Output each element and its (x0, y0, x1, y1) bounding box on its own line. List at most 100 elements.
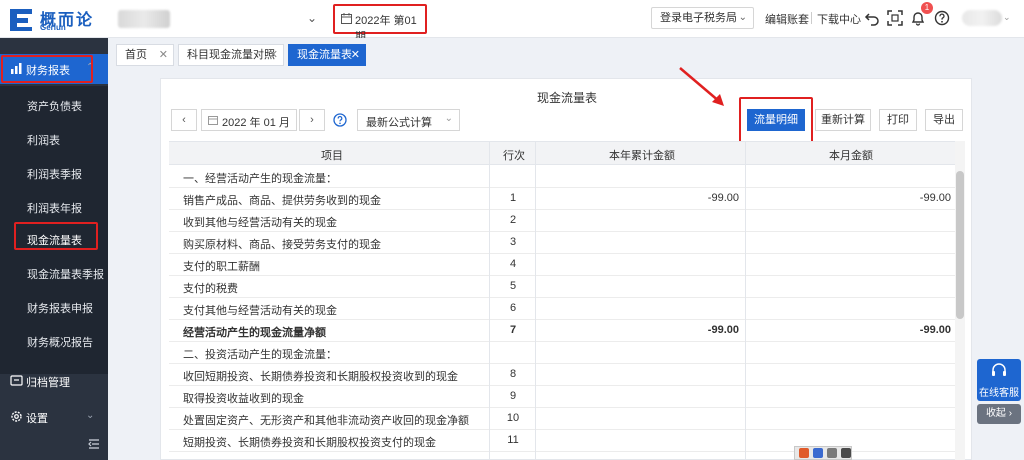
tab-home[interactable]: 首页 ✕ (116, 44, 174, 66)
cell-item: 二、投资活动产生的现金流量： (183, 349, 337, 361)
export-button[interactable]: 导出 (925, 109, 963, 131)
tab-account-cash-flow-map[interactable]: 科目现金流量对照 ✕ (178, 44, 284, 66)
fold-button[interactable]: 收起 › (977, 404, 1021, 424)
table-row[interactable]: 销售产成品、商品、提供劳务收到的现金 1 -99.00 -99.00 (169, 188, 963, 210)
table-row[interactable]: 购买原材料、商品、接受劳务支付的现金 3 (169, 232, 963, 254)
sidebar-submenu (0, 86, 108, 374)
print-button[interactable]: 打印 (879, 109, 917, 131)
table-row[interactable]: 支付其他与经营活动有关的现金 6 (169, 298, 963, 320)
cell-item: 经营活动产生的现金流量净额 (183, 327, 326, 339)
sidebar-group-archive[interactable]: 归档管理 (0, 366, 108, 396)
sidebar-group-label: 设置 (26, 413, 48, 425)
brand-logo[interactable]: 概而论 Gerlun (8, 5, 108, 33)
next-month-button[interactable]: › (299, 109, 325, 131)
table-row[interactable]: 收到其他与经营活动有关的现金 2 (169, 210, 963, 232)
sidebar: 财务报表 ⌃ 资产负债表 利润表 利润表季报 利润表年报 现金流量表 现金流量表… (0, 38, 108, 460)
table-row[interactable]: 支付的职工薪酬 4 (169, 254, 963, 276)
table-row[interactable]: 经营活动产生的现金流量净额 7 -99.00 -99.00 (169, 320, 963, 342)
logo-icon (10, 9, 32, 31)
cell-month: -99.00 (919, 192, 951, 204)
tab-bar: 首页 ✕ 科目现金流量对照 ✕ 现金流量表 ✕ (108, 38, 1024, 72)
cash-flow-panel: 现金流量表 ‹ 2022 年 01 月 › 最新公式计算 ⌄ 流量明细 重新计算… (160, 78, 972, 460)
chevron-down-icon[interactable]: ⌄ (307, 11, 317, 25)
chevron-down-icon[interactable]: ⌄ (1003, 12, 1011, 23)
tab-cash-flow[interactable]: 现金流量表 ✕ (288, 44, 366, 66)
sidebar-group-settings[interactable]: 设置 ⌄ (0, 402, 108, 432)
cell-line: 7 (509, 324, 517, 336)
month-picker[interactable]: 2022 年 01 月 (201, 109, 297, 131)
cell-line: 2 (509, 214, 517, 226)
brand-name-en: Gerlun (40, 23, 66, 32)
online-service-button[interactable]: 在线客服 (977, 359, 1021, 401)
cell-line: 9 (509, 390, 517, 402)
divider (489, 141, 490, 460)
cell-item: 支付其他与经营活动有关的现金 (183, 305, 337, 317)
top-bar: 概而论 Gerlun ⌄ 2022年 第01期 登录电子税务局 ⌄ 编辑账套 下… (0, 0, 1024, 43)
cell-item: 支付的职工薪酬 (183, 261, 260, 273)
calendar-icon (208, 116, 218, 125)
close-icon[interactable]: ✕ (159, 45, 168, 65)
sidebar-item-cash-flow[interactable]: 现金流量表 (27, 232, 82, 248)
company-name-blurred[interactable] (118, 10, 170, 28)
sidebar-item-cash-flow-quarterly[interactable]: 现金流量表季报 (27, 266, 104, 282)
sidebar-item-financial-overview[interactable]: 财务概况报告 (27, 334, 93, 350)
tab-label: 现金流量表 (297, 49, 352, 61)
ime-toolbar[interactable] (794, 446, 852, 460)
sidebar-item-report-filing[interactable]: 财务报表申报 (27, 300, 93, 316)
scrollbar-thumb[interactable] (956, 171, 964, 319)
close-icon[interactable]: ✕ (269, 45, 278, 65)
cell-item: 支付的税费 (183, 283, 238, 295)
ime-icon (799, 448, 809, 458)
fullscreen-icon[interactable] (887, 10, 903, 26)
table-row[interactable]: 处置固定资产、无形资产和其他非流动资产收回的现金净额 10 (169, 408, 963, 430)
flow-detail-button[interactable]: 流量明细 (747, 109, 805, 131)
table-row[interactable]: 收回短期投资、长期债券投资和长期股权投资收到的现金 8 (169, 364, 963, 386)
sidebar-group-financial-reports[interactable]: 财务报表 ⌃ (0, 54, 108, 84)
chevron-down-icon: ⌄ (444, 113, 453, 124)
fold-label: 收起 (985, 408, 1006, 419)
cell-line: 8 (509, 368, 517, 380)
user-avatar-blurred[interactable] (962, 10, 1002, 26)
formula-select-value: 最新公式计算 (366, 117, 432, 129)
cell-item: 收到其他与经营活动有关的现金 (183, 217, 337, 229)
tab-label: 首页 (125, 49, 147, 61)
ime-icon (841, 448, 851, 458)
cell-line: 5 (509, 280, 517, 292)
cell-line: 1 (509, 192, 517, 204)
download-center-link[interactable]: 下载中心 (817, 11, 861, 27)
back-icon[interactable] (864, 10, 880, 26)
question-circle-icon[interactable] (333, 113, 347, 127)
archive-icon (10, 375, 23, 386)
ime-icon (813, 448, 823, 458)
table-row[interactable]: 支付的税费 5 (169, 276, 963, 298)
formula-select[interactable]: 最新公式计算 ⌄ (357, 109, 460, 131)
tax-bureau-button[interactable]: 登录电子税务局 ⌄ (651, 7, 754, 29)
cell-year-total: -99.00 (707, 192, 739, 204)
sidebar-item-income-quarterly[interactable]: 利润表季报 (27, 166, 82, 182)
headset-icon (992, 363, 1006, 376)
cell-item: 取得投资收益收到的现金 (183, 393, 304, 405)
table-header: 项目 行次 本年累计金额 本月金额 (169, 141, 963, 165)
table-row[interactable]: 一、经营活动产生的现金流量： (169, 166, 963, 188)
table-row[interactable]: 取得投资收益收到的现金 9 (169, 386, 963, 408)
period-selector[interactable]: 2022年 第01期 (333, 4, 427, 43)
chevron-down-icon: ⌄ (86, 410, 95, 421)
page-title: 现金流量表 (536, 91, 597, 105)
sidebar-item-income-statement[interactable]: 利润表 (27, 132, 60, 148)
edit-account-link[interactable]: 编辑账套 (765, 11, 809, 27)
sidebar-item-income-annual[interactable]: 利润表年报 (27, 200, 82, 216)
cell-item: 收回短期投资、长期债券投资和长期股权投资收到的现金 (183, 371, 458, 383)
column-header-month: 本月金额 (829, 150, 873, 162)
online-service-label: 在线客服 (979, 388, 1019, 399)
collapse-menu-icon[interactable] (88, 438, 100, 450)
cell-item: 短期投资、长期债券投资和长期股权投资支付的现金 (183, 437, 436, 449)
cell-item: 销售产成品、商品、提供劳务收到的现金 (183, 195, 381, 207)
column-header-line: 行次 (503, 150, 525, 162)
table-row[interactable]: 二、投资活动产生的现金流量： (169, 342, 963, 364)
recalculate-button[interactable]: 重新计算 (815, 109, 871, 131)
help-icon[interactable] (934, 10, 950, 26)
close-icon[interactable]: ✕ (351, 45, 360, 65)
prev-month-button[interactable]: ‹ (171, 109, 197, 131)
column-header-year-total: 本年累计金额 (609, 150, 675, 162)
sidebar-item-balance-sheet[interactable]: 资产负债表 (27, 98, 82, 114)
